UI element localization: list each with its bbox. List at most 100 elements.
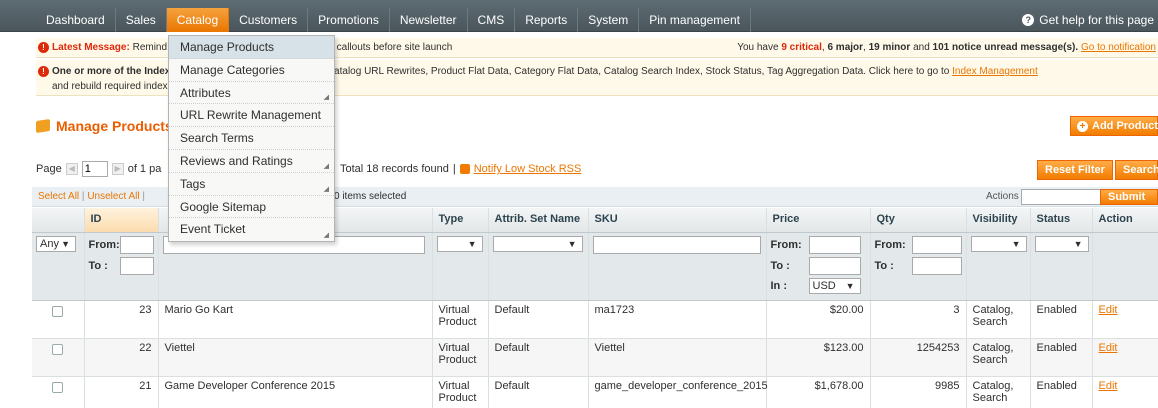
- menu-item-tags[interactable]: Tags ◢: [169, 173, 334, 196]
- any-filter-select[interactable]: Any ▼: [36, 235, 76, 252]
- currency-label: In :: [770, 279, 788, 292]
- menu-item-attributes[interactable]: Attributes ◢: [169, 82, 334, 105]
- attrib-set-filter-select[interactable]: ▼: [492, 235, 583, 252]
- cell-price: $123.00: [766, 338, 871, 377]
- actions-label: Actions: [986, 191, 1019, 202]
- help-label: Get help for this page: [1039, 13, 1154, 27]
- nav-cms[interactable]: CMS: [468, 8, 516, 32]
- cell-name: Game Developer Conference 2015: [158, 376, 433, 408]
- menu-item-event-ticket[interactable]: Event Ticket ◢: [169, 218, 334, 241]
- notify-low-stock-link[interactable]: Notify Low Stock RSS: [474, 163, 582, 175]
- price-from-label: From:: [770, 238, 802, 251]
- row-checkbox[interactable]: [52, 343, 64, 355]
- col-sku[interactable]: SKU: [588, 208, 767, 233]
- add-product-button[interactable]: + Add Product: [1070, 116, 1158, 136]
- id-from-label: From:: [88, 238, 120, 251]
- nav-system[interactable]: System: [578, 8, 640, 32]
- row-checkbox[interactable]: [52, 305, 64, 317]
- unselect-all-link[interactable]: Unselect All: [87, 191, 139, 202]
- chevron-down-icon: ▼: [567, 238, 577, 249]
- col-checkbox: [32, 208, 85, 233]
- qty-to-label: To :: [874, 259, 894, 272]
- type-filter-select[interactable]: ▼: [436, 235, 483, 252]
- next-page-icon[interactable]: ▶: [111, 163, 124, 175]
- minor-count: 19 minor: [868, 42, 911, 53]
- nav-promotions[interactable]: Promotions: [308, 8, 390, 32]
- rss-icon: [459, 164, 470, 174]
- visibility-filter-select[interactable]: ▼: [970, 235, 1027, 252]
- cell-visibility-2: Search: [972, 315, 1008, 328]
- product-box-icon: [36, 119, 50, 133]
- chevron-down-icon: ▼: [1011, 238, 1021, 249]
- prev-page-icon[interactable]: ◀: [65, 163, 78, 175]
- id-to-input[interactable]: [120, 256, 154, 275]
- cell-type-2: Product: [438, 391, 477, 404]
- currency-select[interactable]: USD ▼: [808, 277, 861, 294]
- index-notice-line2: and rebuild required index: [52, 81, 168, 92]
- reset-filter-button[interactable]: Reset Filter: [1037, 160, 1113, 180]
- price-to-input[interactable]: [808, 256, 861, 275]
- col-attrib-set[interactable]: Attrib. Set Name: [488, 208, 589, 233]
- nav-dashboard[interactable]: Dashboard: [36, 8, 116, 32]
- col-price[interactable]: Price: [766, 208, 871, 233]
- row-checkbox[interactable]: [52, 381, 64, 393]
- col-visibility[interactable]: Visibility: [966, 208, 1031, 233]
- help-icon: ?: [1022, 14, 1035, 26]
- items-selected: 0 items selected: [334, 191, 407, 202]
- summary-prefix: You have: [737, 42, 779, 53]
- page-header: Manage Products: [36, 118, 173, 134]
- qty-from-input[interactable]: [912, 235, 962, 254]
- table-row[interactable]: 22 Viettel Virtual Product Default Viette…: [32, 338, 1158, 377]
- nav-pin-management[interactable]: Pin management: [639, 8, 751, 32]
- goto-notification-link[interactable]: Go to notification: [1081, 42, 1156, 53]
- catalog-dropdown-menu: Manage Products Manage Categories Attrib…: [168, 35, 335, 243]
- chevron-down-icon: ▼: [467, 238, 477, 249]
- menu-item-manage-products[interactable]: Manage Products: [169, 36, 334, 59]
- id-from-input[interactable]: [120, 235, 154, 254]
- sku-filter-input[interactable]: [592, 235, 761, 254]
- nav-customers[interactable]: Customers: [229, 8, 309, 32]
- cell-sku: ma1723: [588, 300, 767, 339]
- table-row[interactable]: 23 Mario Go Kart Virtual Product Default …: [32, 300, 1158, 339]
- col-status[interactable]: Status: [1030, 208, 1093, 233]
- table-row[interactable]: 21 Game Developer Conference 2015 Virtua…: [32, 376, 1158, 408]
- edit-link[interactable]: Edit: [1099, 380, 1118, 392]
- chevron-down-icon: ▼: [845, 280, 855, 291]
- search-button[interactable]: Search: [1115, 160, 1158, 180]
- status-filter-select[interactable]: ▼: [1034, 235, 1089, 252]
- menu-item-manage-categories[interactable]: Manage Categories: [169, 59, 334, 82]
- nav-sales[interactable]: Sales: [116, 8, 167, 32]
- cell-visibility: Catalog,: [972, 379, 1014, 392]
- col-id[interactable]: ID: [84, 208, 159, 233]
- nav-reports[interactable]: Reports: [515, 8, 579, 32]
- major-count: 6 major: [827, 42, 864, 53]
- edit-link[interactable]: Edit: [1099, 342, 1118, 354]
- menu-item-google-sitemap[interactable]: Google Sitemap: [169, 196, 334, 219]
- nav-newsletter[interactable]: Newsletter: [390, 8, 468, 32]
- col-qty[interactable]: Qty: [870, 208, 967, 233]
- index-notice-label: One or more of the Index: [52, 66, 171, 77]
- submit-button[interactable]: Submit: [1100, 189, 1158, 205]
- select-all-link[interactable]: Select All: [38, 191, 79, 202]
- cell-attrib-set: Default: [488, 376, 589, 408]
- edit-link[interactable]: Edit: [1099, 304, 1118, 316]
- menu-item-reviews-ratings[interactable]: Reviews and Ratings ◢: [169, 150, 334, 173]
- help-link[interactable]: ? Get help for this page: [1022, 13, 1154, 27]
- col-type[interactable]: Type: [432, 208, 489, 233]
- cell-qty: 9985: [870, 376, 967, 408]
- qty-to-input[interactable]: [912, 256, 962, 275]
- critical-count: 9 critical: [781, 42, 822, 53]
- menu-item-search-terms[interactable]: Search Terms: [169, 127, 334, 150]
- of-pages: of 1 pa: [127, 163, 162, 175]
- cell-type: Virtual: [438, 303, 470, 316]
- page-input[interactable]: [81, 161, 108, 177]
- price-from-input[interactable]: [808, 235, 861, 254]
- plus-icon: +: [1077, 121, 1088, 132]
- submenu-arrow-icon: ◢: [323, 162, 329, 170]
- nav-catalog[interactable]: Catalog: [166, 8, 230, 32]
- error-icon: !: [38, 66, 49, 77]
- page-title: Manage Products: [56, 118, 173, 134]
- menu-item-url-rewrite[interactable]: URL Rewrite Management: [169, 104, 334, 128]
- index-management-link[interactable]: Index Management: [952, 66, 1038, 77]
- submenu-arrow-icon: ◢: [323, 232, 329, 240]
